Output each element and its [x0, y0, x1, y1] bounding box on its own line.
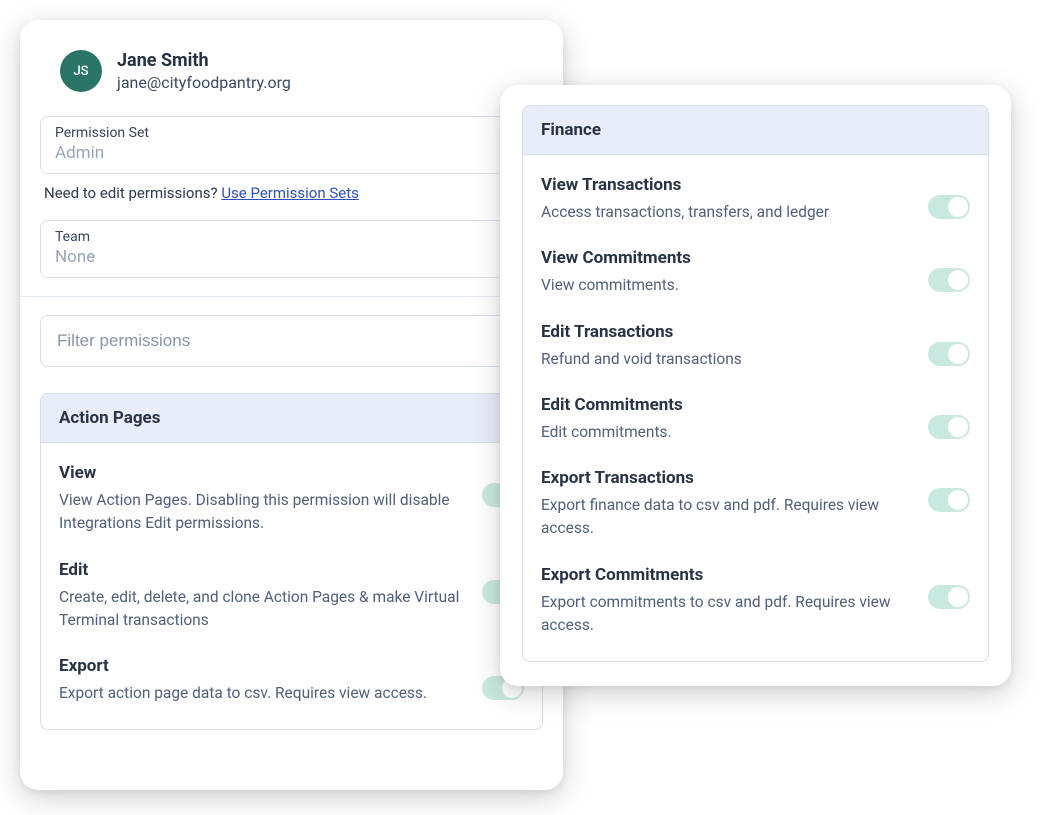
perm-text: Edit Commitments Edit commitments. [541, 395, 908, 444]
perm-row-edit-transactions: Edit Transactions Refund and void transa… [541, 308, 970, 381]
perm-text: Export Commitments Export commitments to… [541, 565, 908, 638]
perm-title: Edit [59, 560, 462, 580]
perm-row-view-commitments: View Commitments View commitments. [541, 234, 970, 307]
team-label: Team [55, 229, 528, 245]
group-header-action-pages: Action Pages [41, 394, 542, 443]
toggle-finance-view-transactions[interactable] [928, 195, 970, 219]
perm-title: View [59, 463, 462, 483]
perm-title: Export [59, 656, 462, 676]
perm-desc: Access transactions, transfers, and ledg… [541, 201, 908, 224]
perm-title: Export Transactions [541, 468, 908, 488]
permissions-hint: Need to edit permissions? Use Permission… [44, 184, 539, 202]
perm-row-export: Export Export action page data to csv. R… [59, 642, 524, 715]
perm-row-edit: Edit Create, edit, delete, and clone Act… [59, 546, 524, 643]
permission-set-select[interactable]: Permission Set Admin [40, 116, 543, 174]
divider [20, 296, 563, 297]
toggle-finance-edit-commitments[interactable] [928, 415, 970, 439]
filter-permissions-box[interactable] [40, 315, 543, 367]
permission-set-value: Admin [55, 143, 528, 163]
perm-desc: Export commitments to csv and pdf. Requi… [541, 591, 908, 638]
perm-text: Edit Transactions Refund and void transa… [541, 322, 908, 371]
user-meta: Jane Smith jane@cityfoodpantry.org [117, 50, 291, 92]
use-permission-sets-link[interactable]: Use Permission Sets [221, 184, 359, 202]
perm-desc: Export action page data to csv. Requires… [59, 682, 462, 705]
action-pages-group: Action Pages View View Action Pages. Dis… [40, 393, 543, 730]
perm-desc: Edit commitments. [541, 421, 908, 444]
finance-permissions-panel: Finance View Transactions Access transac… [500, 85, 1011, 686]
toggle-finance-view-commitments[interactable] [928, 268, 970, 292]
group-body-action-pages: View View Action Pages. Disabling this p… [41, 443, 542, 729]
toggle-finance-export-transactions[interactable] [928, 488, 970, 512]
perm-title: View Transactions [541, 175, 908, 195]
perm-text: View Transactions Access transactions, t… [541, 175, 908, 224]
perm-row-view: View View Action Pages. Disabling this p… [59, 449, 524, 546]
permission-set-label: Permission Set [55, 125, 528, 141]
filter-permissions-input[interactable] [55, 330, 528, 352]
perm-text: Export Transactions Export finance data … [541, 468, 908, 541]
perm-row-export-commitments: Export Commitments Export commitments to… [541, 551, 970, 648]
team-select[interactable]: Team None [40, 220, 543, 278]
perm-text: Export Export action page data to csv. R… [59, 656, 462, 705]
perm-row-export-transactions: Export Transactions Export finance data … [541, 454, 970, 551]
perm-row-edit-commitments: Edit Commitments Edit commitments. [541, 381, 970, 454]
perm-desc: View commitments. [541, 274, 908, 297]
toggle-finance-edit-transactions[interactable] [928, 342, 970, 366]
user-permissions-panel: JS Jane Smith jane@cityfoodpantry.org Pe… [20, 20, 563, 790]
toggle-finance-export-commitments[interactable] [928, 585, 970, 609]
perm-text: Edit Create, edit, delete, and clone Act… [59, 560, 462, 633]
perm-desc: Create, edit, delete, and clone Action P… [59, 586, 462, 633]
perm-text: View Commitments View commitments. [541, 248, 908, 297]
group-body-finance: View Transactions Access transactions, t… [523, 155, 988, 661]
avatar: JS [60, 50, 102, 92]
user-email: jane@cityfoodpantry.org [117, 73, 291, 92]
hint-text: Need to edit permissions? [44, 184, 221, 202]
finance-group: Finance View Transactions Access transac… [522, 105, 989, 662]
user-header: JS Jane Smith jane@cityfoodpantry.org [40, 50, 543, 112]
perm-desc: View Action Pages. Disabling this permis… [59, 489, 462, 536]
perm-title: Edit Commitments [541, 395, 908, 415]
perm-row-view-transactions: View Transactions Access transactions, t… [541, 161, 970, 234]
perm-title: Edit Transactions [541, 322, 908, 342]
perm-text: View View Action Pages. Disabling this p… [59, 463, 462, 536]
group-header-finance: Finance [523, 106, 988, 155]
perm-title: Export Commitments [541, 565, 908, 585]
perm-desc: Refund and void transactions [541, 348, 908, 371]
perm-desc: Export finance data to csv and pdf. Requ… [541, 494, 908, 541]
user-name: Jane Smith [117, 50, 291, 71]
perm-title: View Commitments [541, 248, 908, 268]
team-value: None [55, 247, 528, 267]
